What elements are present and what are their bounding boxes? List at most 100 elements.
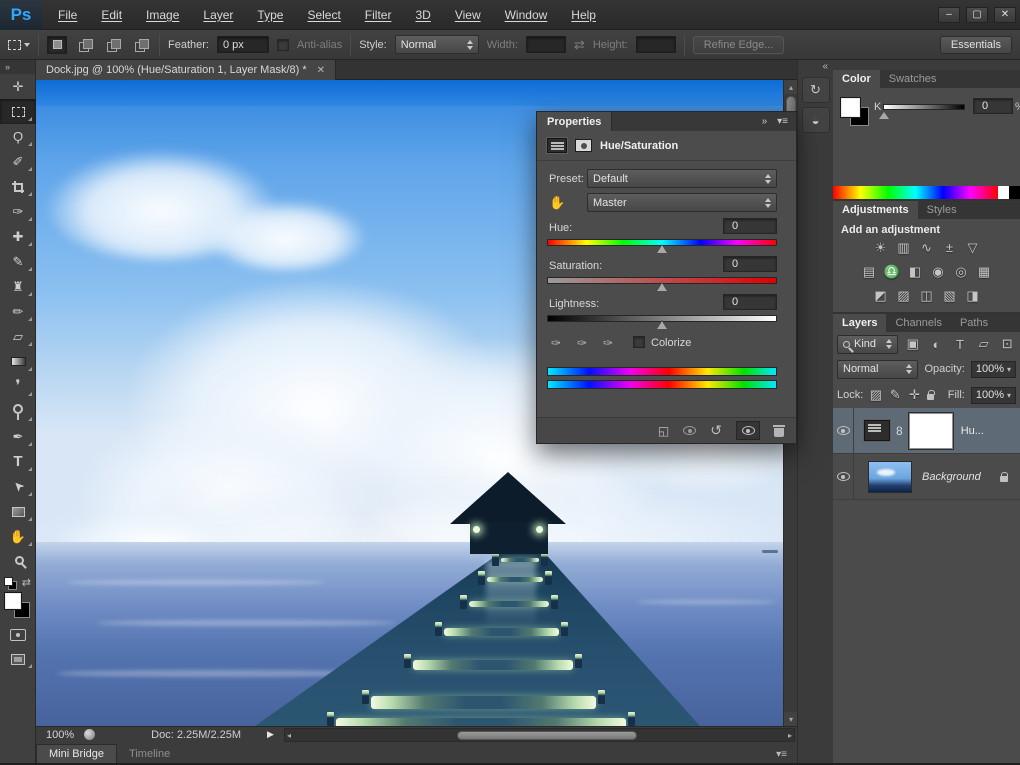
- workspace-essentials-button[interactable]: Essentials: [939, 35, 1012, 54]
- filter-type-layers-icon[interactable]: T: [951, 336, 969, 353]
- toggle-visibility-button[interactable]: [736, 421, 760, 440]
- width-input[interactable]: [525, 36, 566, 53]
- layer-visibility-toggle[interactable]: [833, 453, 854, 500]
- path-selection-tool[interactable]: ➤: [0, 474, 36, 499]
- black-swatch[interactable]: [1009, 186, 1020, 199]
- filter-kind-dropdown[interactable]: Kind: [837, 334, 899, 354]
- adjustment-photo-filter-icon[interactable]: ◉: [928, 263, 948, 280]
- spectrum-gradient[interactable]: [833, 186, 998, 199]
- screen-mode-button[interactable]: [0, 647, 36, 671]
- saturation-value-input[interactable]: 0: [723, 256, 777, 272]
- collapsed-properties-panel-button[interactable]: ◒: [801, 107, 830, 133]
- filter-smart-objects-icon[interactable]: ⊡: [998, 336, 1016, 353]
- menu-layer[interactable]: Layer: [203, 8, 233, 22]
- hue-slider-thumb[interactable]: [657, 245, 667, 253]
- adjustment-color-lookup-icon[interactable]: ▦: [974, 263, 994, 280]
- new-selection-mode-button[interactable]: [47, 35, 67, 54]
- preset-dropdown[interactable]: Default: [587, 169, 777, 188]
- tab-channels[interactable]: Channels: [886, 314, 950, 332]
- minimize-button[interactable]: –: [938, 6, 960, 23]
- view-previous-state-icon[interactable]: [683, 426, 697, 435]
- reset-adjustment-icon[interactable]: ↺: [710, 422, 722, 439]
- tab-color[interactable]: Color: [833, 70, 880, 88]
- adjustment-invert-icon[interactable]: ◩: [871, 287, 891, 304]
- panel-menu-icon[interactable]: ▾≡: [777, 116, 788, 127]
- adjustment-levels-icon[interactable]: ▥: [894, 239, 914, 256]
- default-colors-icon[interactable]: [4, 576, 18, 590]
- menu-filter[interactable]: Filter: [365, 8, 392, 22]
- quick-selection-tool[interactable]: ✐: [0, 149, 36, 174]
- menu-window[interactable]: Window: [505, 8, 548, 22]
- swap-dimensions-icon[interactable]: ⇄: [574, 37, 585, 53]
- maximize-button[interactable]: ▢: [966, 6, 988, 23]
- rectangular-marquee-tool[interactable]: [0, 99, 36, 124]
- layer-visibility-toggle[interactable]: [833, 407, 854, 454]
- menu-type[interactable]: Type: [257, 8, 283, 22]
- history-brush-tool[interactable]: ✏: [0, 299, 36, 324]
- expand-panels-button[interactable]: «: [798, 60, 833, 73]
- anti-alias-checkbox[interactable]: [276, 38, 289, 51]
- menu-help[interactable]: Help: [571, 8, 596, 22]
- white-swatch[interactable]: [998, 186, 1009, 199]
- blend-mode-dropdown[interactable]: Normal: [837, 359, 919, 379]
- eraser-tool[interactable]: ▱: [0, 324, 36, 349]
- collapse-panel-icon[interactable]: »: [762, 116, 768, 127]
- eyedropper-sample-icon[interactable]: ✑: [551, 336, 561, 350]
- adjustment-brightness-contrast-icon[interactable]: ☀: [871, 239, 891, 256]
- layer-name[interactable]: Background: [922, 471, 981, 483]
- dodge-tool[interactable]: [0, 399, 36, 424]
- foreground-color-swatch[interactable]: [4, 592, 22, 610]
- panel-menu-icon[interactable]: ▾≡: [766, 746, 797, 763]
- height-input[interactable]: [635, 36, 676, 53]
- horizontal-scroll-thumb[interactable]: [456, 730, 637, 740]
- delete-adjustment-icon[interactable]: [773, 424, 785, 437]
- lock-transparency-icon[interactable]: ▨: [869, 387, 882, 404]
- fill-value[interactable]: 100% ▾: [970, 386, 1016, 404]
- saturation-slider-thumb[interactable]: [657, 283, 667, 291]
- pen-tool[interactable]: ✒: [0, 424, 36, 449]
- status-options-arrow[interactable]: ▶: [241, 729, 274, 740]
- properties-tab[interactable]: Properties: [537, 112, 613, 131]
- menu-3d[interactable]: 3D: [415, 8, 430, 22]
- close-button[interactable]: ✕: [994, 6, 1016, 23]
- document-close-icon[interactable]: ✕: [317, 65, 325, 76]
- tab-styles[interactable]: Styles: [918, 201, 966, 219]
- intersect-selection-mode-button[interactable]: [131, 36, 151, 54]
- lasso-tool[interactable]: Ϙ: [0, 124, 36, 149]
- rectangle-shape-tool[interactable]: [0, 499, 36, 524]
- background-layer-thumbnail[interactable]: [868, 460, 912, 493]
- scroll-right-arrow[interactable]: ▸: [788, 731, 792, 740]
- menu-select[interactable]: Select: [307, 8, 340, 22]
- clip-to-layer-icon[interactable]: ◱: [658, 424, 669, 438]
- horizontal-scrollbar[interactable]: ◂ ▸: [283, 727, 795, 742]
- tool-preset-picker[interactable]: [8, 39, 30, 50]
- k-value-input[interactable]: 0: [973, 98, 1013, 114]
- colorize-checkbox[interactable]: [633, 336, 645, 348]
- type-tool[interactable]: T: [0, 449, 36, 474]
- toolbar-collapse-button[interactable]: »: [0, 60, 35, 74]
- layer-mask-link-icon[interactable]: 8: [896, 424, 903, 438]
- clone-stamp-tool[interactable]: ♜: [0, 274, 36, 299]
- adjustment-hue-saturation-icon[interactable]: ▤: [859, 263, 879, 280]
- scroll-up-arrow[interactable]: ▴: [784, 80, 798, 94]
- scroll-left-arrow[interactable]: ◂: [287, 731, 291, 740]
- tab-swatches[interactable]: Swatches: [880, 70, 946, 88]
- adjustment-curves-icon[interactable]: ∿: [917, 239, 937, 256]
- gradient-tool[interactable]: [0, 349, 36, 374]
- crop-tool[interactable]: [0, 174, 36, 199]
- layer-name[interactable]: Hu...: [961, 425, 984, 437]
- lock-all-icon[interactable]: [927, 390, 935, 400]
- zoom-tool[interactable]: [0, 549, 36, 574]
- tab-timeline[interactable]: Timeline: [117, 745, 182, 763]
- style-dropdown[interactable]: Normal: [394, 35, 479, 54]
- adjustment-color-balance-icon[interactable]: ♎: [882, 263, 902, 280]
- filter-shape-layers-icon[interactable]: ▱: [975, 336, 993, 353]
- k-slider-thumb[interactable]: [879, 112, 889, 119]
- refine-edge-button[interactable]: Refine Edge...: [692, 35, 785, 54]
- feather-input[interactable]: 0 px: [216, 36, 269, 53]
- lightness-slider-thumb[interactable]: [657, 321, 667, 329]
- adjustment-posterize-icon[interactable]: ▨: [894, 287, 914, 304]
- color-spectrum-ramp[interactable]: [833, 186, 1020, 199]
- hand-tool[interactable]: ✋: [0, 524, 36, 549]
- swap-colors-icon[interactable]: ⇄: [22, 576, 31, 589]
